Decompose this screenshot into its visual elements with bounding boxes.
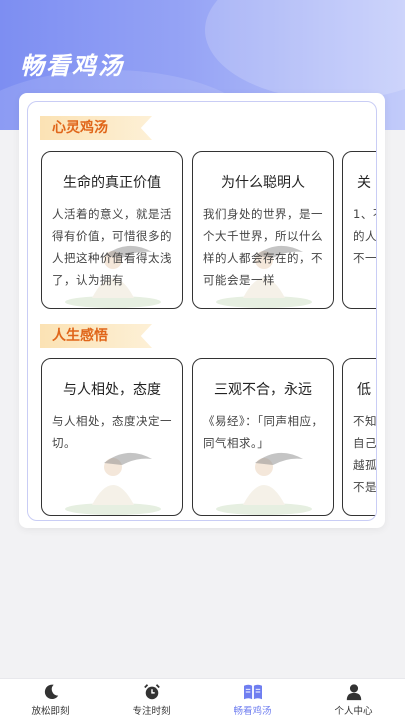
- soup-card[interactable]: 生命的真正价值 人活着的意义，就是活得有价值，可惜很多的人把这种价值看得太浅了，…: [41, 151, 183, 309]
- content-card: 心灵鸡汤 生命的真正价值 人活着的意义，就是活得有价值，可惜很多的人把这种价值看…: [19, 93, 385, 528]
- tab-read-soup[interactable]: 畅看鸡汤: [202, 679, 303, 720]
- tab-profile[interactable]: 个人中心: [303, 679, 404, 720]
- moon-icon: [44, 684, 58, 700]
- tab-relax[interactable]: 放松即刻: [0, 679, 101, 720]
- tab-focus[interactable]: 专注时刻: [101, 679, 202, 720]
- card-body: 不知 自己 越孤 不是: [353, 414, 376, 494]
- soup-card[interactable]: 低 不知 自己 越孤 不是: [342, 358, 376, 516]
- soup-card[interactable]: 与人相处，态度 与人相处，态度决定一切。: [41, 358, 183, 516]
- tab-label: 畅看鸡汤: [233, 706, 272, 717]
- section-tag-heart-soup: 心灵鸡汤: [40, 116, 152, 140]
- tab-label: 个人中心: [334, 706, 373, 717]
- card-body: 1、不 的人 不一: [353, 207, 376, 265]
- content-frame: 心灵鸡汤 生命的真正价值 人活着的意义，就是活得有价值，可惜很多的人把这种价值看…: [27, 101, 377, 521]
- card-row-heart-soup[interactable]: 生命的真正价值 人活着的意义，就是活得有价值，可惜很多的人把这种价值看得太浅了，…: [40, 151, 376, 313]
- card-title: 为什么聪明人: [221, 175, 305, 191]
- book-icon: [243, 684, 262, 700]
- card-title: 低: [357, 382, 371, 398]
- person-icon: [346, 684, 361, 701]
- bottom-tab-bar: 放松即刻 专注时刻 畅看鸡汤 个人中心: [0, 678, 405, 720]
- tab-label: 放松即刻: [31, 706, 70, 717]
- card-title: 三观不合，永远: [214, 382, 312, 398]
- section-tag-life-insight: 人生感悟: [40, 324, 152, 348]
- card-title: 与人相处，态度: [63, 382, 161, 398]
- card-body: 我们身处的世界，是一个大千世界，所以什么样的人都会存在的，不可能会是一样: [203, 207, 323, 287]
- soup-card[interactable]: 为什么聪明人 我们身处的世界，是一个大千世界，所以什么样的人都会存在的，不可能会…: [192, 151, 334, 309]
- card-row-life-insight[interactable]: 与人相处，态度 与人相处，态度决定一切。 三观不合，永远 《易经》：「同声相应，…: [40, 358, 376, 520]
- tab-label: 专注时刻: [132, 706, 171, 717]
- card-body: 与人相处，态度决定一切。: [52, 414, 172, 450]
- card-title: 生命的真正价值: [63, 175, 161, 191]
- card-body: 《易经》：「同声相应，同气相求。」: [203, 414, 324, 450]
- alarm-clock-icon: [143, 684, 160, 700]
- soup-card[interactable]: 三观不合，永远 《易经》：「同声相应，同气相求。」: [192, 358, 334, 516]
- soup-card[interactable]: 关 1、不 的人 不一: [342, 151, 376, 309]
- card-body: 人活着的意义，就是活得有价值，可惜很多的人把这种价值看得太浅了，认为拥有: [52, 207, 172, 287]
- page-title: 畅看鸡汤: [20, 52, 124, 80]
- card-title: 关: [357, 175, 371, 191]
